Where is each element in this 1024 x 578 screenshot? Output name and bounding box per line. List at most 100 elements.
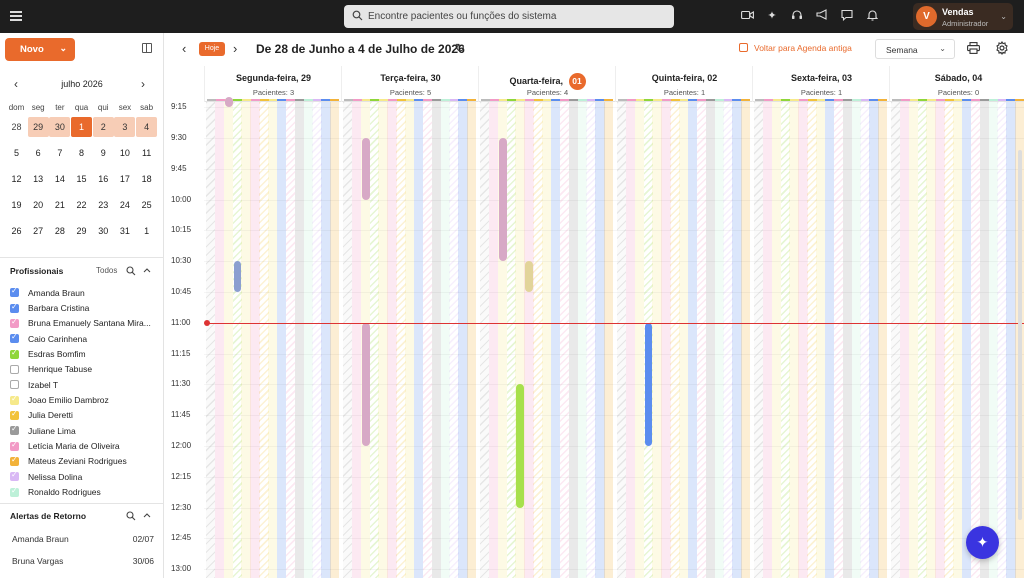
calendar-day[interactable]: 23 [93, 195, 114, 215]
calendar-day[interactable]: 10 [114, 143, 135, 163]
professional-checkbox[interactable] [10, 455, 19, 466]
megaphone-icon[interactable] [815, 8, 829, 22]
professionals-all-link[interactable]: Todos [96, 266, 117, 275]
calendar-day[interactable]: 28 [49, 221, 70, 241]
appointment-block[interactable] [361, 137, 370, 200]
chat-icon[interactable] [840, 8, 854, 22]
calendar-day[interactable]: 8 [71, 143, 92, 163]
calendar-day[interactable]: 28 [6, 117, 27, 137]
calendar-day[interactable]: 27 [28, 221, 49, 241]
chevron-up-icon[interactable] [143, 267, 151, 273]
calendar-day[interactable]: 25 [136, 195, 157, 215]
refresh-icon[interactable]: ↻ [455, 41, 465, 55]
calendar-day[interactable]: 3 [114, 117, 136, 137]
calendar-day[interactable]: 2 [92, 117, 114, 137]
professional-checkbox[interactable] [10, 440, 19, 451]
alert-item[interactable]: Bruna Vargas 30/06 [12, 556, 154, 578]
menu-icon[interactable] [10, 11, 22, 21]
previous-week-button[interactable]: ‹ [182, 41, 186, 56]
calendar-day[interactable]: 13 [28, 169, 49, 189]
day-header[interactable]: Quarta-feira, 01 Pacientes: 4 [478, 66, 615, 102]
professional-item[interactable]: Joao Emilio Dambroz [10, 392, 160, 407]
professional-item[interactable]: Juliane Lima [10, 423, 160, 438]
video-icon[interactable] [740, 8, 754, 22]
gear-icon[interactable] [995, 41, 1009, 55]
calendar-day[interactable]: 7 [49, 143, 70, 163]
printer-icon[interactable] [967, 42, 980, 54]
professional-item[interactable]: Letícia Maria de Oliveira [10, 438, 160, 453]
calendar-day[interactable]: 31 [114, 221, 135, 241]
calendar-day[interactable]: 30 [49, 117, 71, 137]
calendar-day[interactable]: 26 [6, 221, 27, 241]
today-button[interactable]: Hoje [199, 42, 225, 56]
bell-icon[interactable] [865, 8, 879, 22]
professional-item[interactable]: Ronaldo Rodrigues [10, 484, 160, 499]
appointment-block[interactable] [525, 261, 534, 292]
calendar-day[interactable]: 29 [71, 221, 92, 241]
professional-item[interactable]: Barbara Cristina [10, 300, 160, 315]
professional-item[interactable]: Mateus Zeviani Rodrigues [10, 454, 160, 469]
professional-checkbox[interactable] [10, 348, 19, 359]
professional-item[interactable]: Izabel T [10, 377, 160, 392]
calendar-day[interactable]: 1 [136, 221, 157, 241]
alert-item[interactable]: Amanda Braun 02/07 [12, 534, 154, 556]
professional-checkbox[interactable] [10, 364, 19, 374]
old-agenda-link[interactable]: Voltar para Agenda antiga [739, 43, 852, 53]
professional-checkbox[interactable] [10, 302, 19, 313]
sparkle-icon[interactable]: ✦ [765, 8, 779, 22]
calendar-day[interactable]: 30 [93, 221, 114, 241]
calendar-day[interactable]: 15 [71, 169, 92, 189]
next-week-button[interactable]: › [233, 41, 237, 56]
professional-item[interactable]: Julia Deretti [10, 408, 160, 423]
appointment-block[interactable] [516, 384, 525, 508]
appointment-block[interactable] [361, 322, 370, 446]
calendar-day[interactable]: 11 [136, 143, 157, 163]
calendar-day[interactable]: 19 [6, 195, 27, 215]
calendar-day[interactable]: 24 [114, 195, 135, 215]
professional-checkbox[interactable] [10, 424, 19, 436]
professional-checkbox[interactable] [10, 470, 19, 482]
day-header[interactable]: Sexta-feira, 03 Pacientes: 1 [752, 66, 889, 102]
professional-item[interactable]: Amanda Braun [10, 285, 160, 300]
calendar-day[interactable]: 20 [28, 195, 49, 215]
calendar-day[interactable]: 6 [28, 143, 49, 163]
calendar-day[interactable]: 18 [136, 169, 157, 189]
new-button[interactable]: Novo ⌄ [5, 38, 75, 61]
calendar-day[interactable]: 21 [49, 195, 70, 215]
calendar-day[interactable]: 29 [27, 117, 49, 137]
calendar-day[interactable]: 14 [49, 169, 70, 189]
calendar-day[interactable]: 9 [93, 143, 114, 163]
search-input[interactable]: Encontre pacientes ou funções do sistema [344, 5, 674, 28]
professional-checkbox[interactable] [10, 394, 19, 405]
calendar-day[interactable]: 4 [136, 117, 158, 137]
calendar-day[interactable]: 1 [71, 117, 93, 137]
view-select[interactable]: Semana ⌄ [875, 39, 955, 59]
chevron-right-icon[interactable]: › [141, 77, 145, 91]
professional-checkbox[interactable] [10, 486, 19, 497]
professional-item[interactable]: Bruna Emanuely Santana Mira... [10, 316, 160, 331]
headset-icon[interactable] [790, 8, 804, 22]
appointment-block[interactable] [644, 322, 653, 446]
professional-item[interactable]: Nelissa Dolina [10, 469, 160, 484]
day-header[interactable]: Segunda-feira, 29 Pacientes: 3 [204, 66, 341, 102]
search-icon[interactable] [126, 511, 136, 521]
appointment-block[interactable] [224, 96, 233, 108]
calendar-day[interactable]: 12 [6, 169, 27, 189]
day-header[interactable]: Quinta-feira, 02 Pacientes: 1 [615, 66, 752, 102]
collapse-sidebar-icon[interactable] [142, 43, 152, 53]
search-icon[interactable] [126, 266, 136, 276]
professional-item[interactable]: Henrique Tabuse [10, 362, 160, 377]
calendar-day[interactable]: 22 [71, 195, 92, 215]
professional-checkbox[interactable] [10, 317, 19, 328]
calendar-day[interactable]: 17 [114, 169, 135, 189]
professional-checkbox[interactable] [10, 332, 19, 344]
calendar-grid[interactable] [204, 96, 1024, 578]
appointment-block[interactable] [233, 261, 242, 292]
professional-checkbox[interactable] [10, 409, 19, 420]
professional-item[interactable]: Esdras Bomfim [10, 346, 160, 361]
professional-checkbox[interactable] [10, 380, 19, 390]
calendar-day[interactable]: 16 [93, 169, 114, 189]
professional-item[interactable]: Caio Carinhena [10, 331, 160, 346]
professional-checkbox[interactable] [10, 286, 19, 298]
user-menu[interactable]: V Vendas Administrador ⌄ [913, 3, 1013, 30]
